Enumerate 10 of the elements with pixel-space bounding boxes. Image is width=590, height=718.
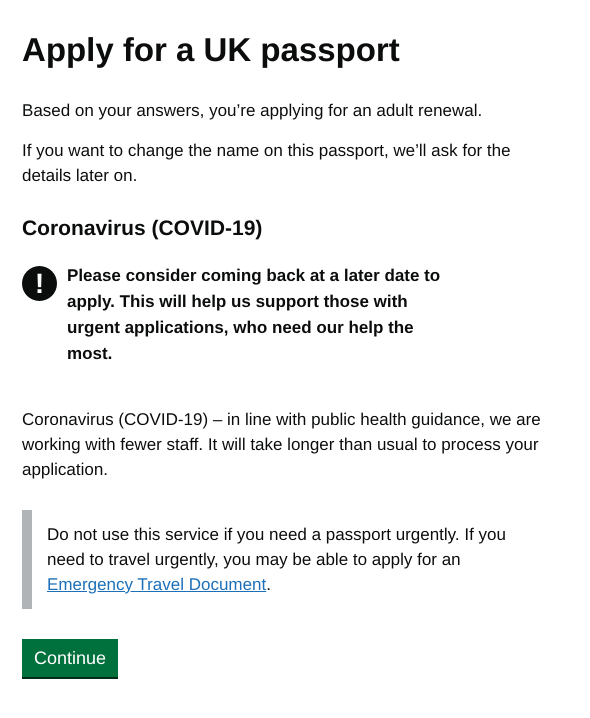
- inset-text: Do not use this service if you need a passport urgently. If you need to travel urgently, you may be able to apply for an Emergency Travel Document.: [22, 510, 517, 609]
- warning-icon: !: [22, 266, 57, 301]
- body-paragraph: Based on your answers, you’re applying for an adult renewal.: [22, 100, 484, 122]
- warning-text: Please consider coming back at a later date to apply. This will help us support those with urgent applications, who need our help the most.: [67, 264, 442, 365]
- notice-paragraph: Coronavirus (COVID-19) – in line with public health guidance, we are working with fewer staff. It will take longer than usual to process your application.: [22, 408, 542, 481]
- body-paragraph: If you want to change the name on this passport, we’ll ask for the details later on.: [22, 140, 512, 187]
- page-title: Apply for a UK passport: [22, 30, 401, 70]
- emergency-travel-document-link[interactable]: Emergency Travel Document: [47, 574, 266, 594]
- continue-button[interactable]: Continue: [22, 638, 118, 677]
- section-heading: Coronavirus (COVID-19): [22, 216, 264, 241]
